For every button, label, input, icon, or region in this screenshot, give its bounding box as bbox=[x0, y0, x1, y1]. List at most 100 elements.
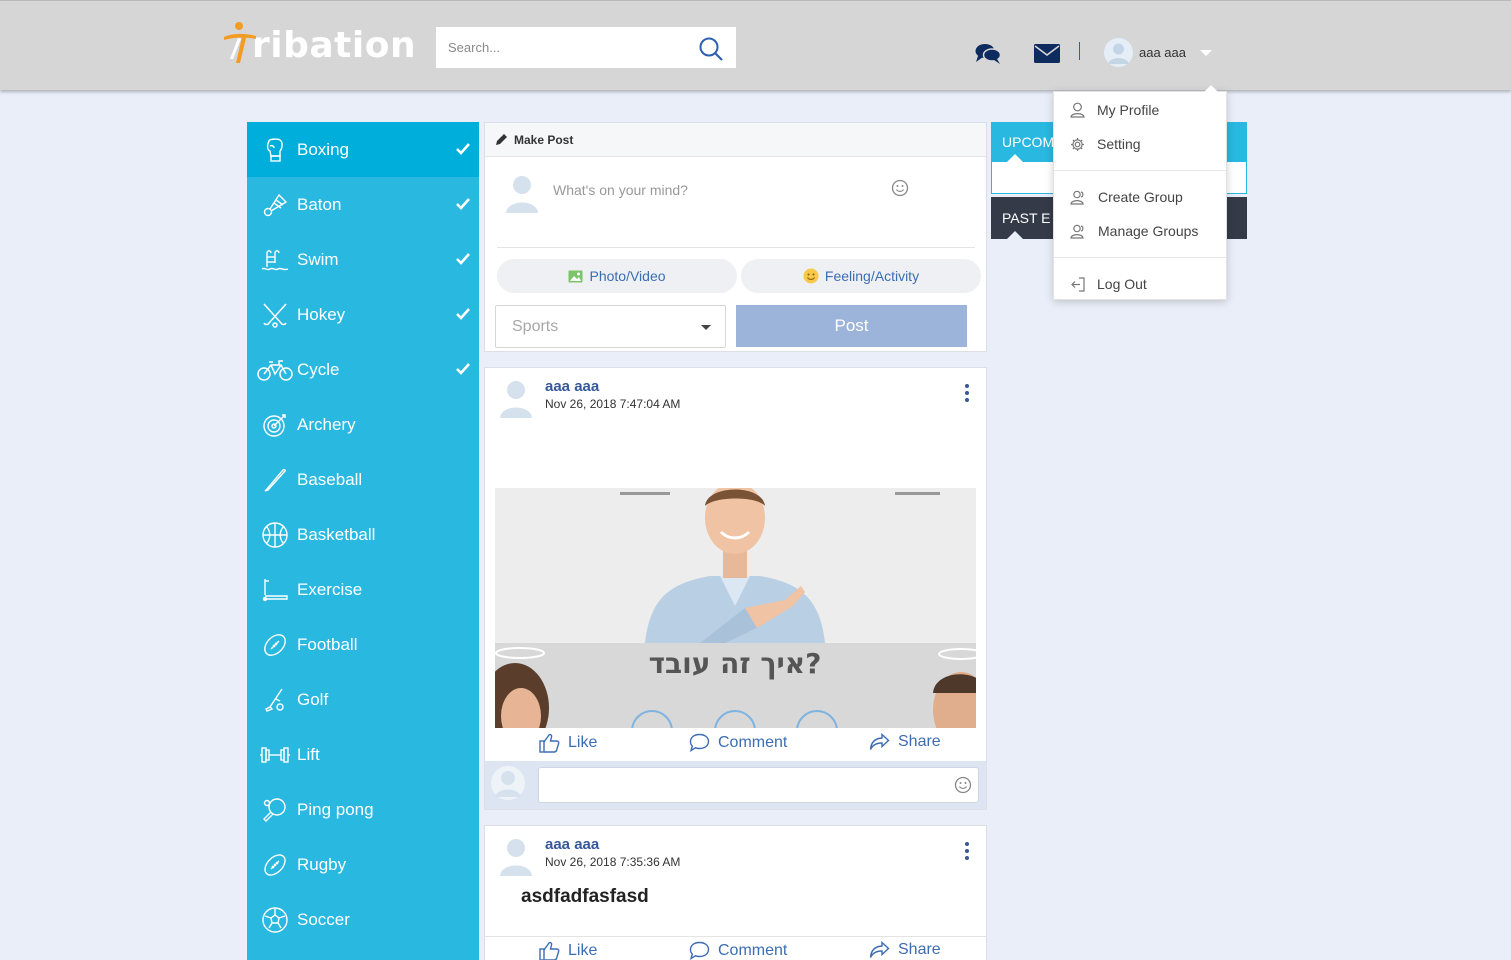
thumbs-up-icon bbox=[539, 941, 560, 960]
search-box bbox=[436, 27, 736, 68]
menu-item-setting[interactable]: Setting bbox=[1054, 129, 1226, 159]
sidebar-item-label: Basketball bbox=[297, 524, 376, 544]
search-icon[interactable] bbox=[698, 36, 724, 62]
like-button[interactable]: Like bbox=[539, 733, 597, 753]
avatar bbox=[1104, 37, 1133, 67]
emoji-icon[interactable] bbox=[954, 776, 972, 794]
header-divider bbox=[1079, 42, 1080, 60]
menu-item-create-group[interactable]: Create Group bbox=[1054, 182, 1226, 212]
make-post-title: Make Post bbox=[514, 132, 574, 147]
chat-icon[interactable] bbox=[975, 43, 1001, 65]
sidebar-item-exercise[interactable]: Exercise bbox=[247, 562, 479, 617]
mail-icon[interactable] bbox=[1034, 44, 1060, 63]
post-author[interactable]: aaa aaa bbox=[545, 378, 599, 395]
sidebar-item-lift[interactable]: Lift bbox=[247, 727, 479, 782]
menu-item-my-profile[interactable]: My Profile bbox=[1054, 95, 1226, 125]
photo-video-label: Photo/Video bbox=[589, 268, 666, 284]
treadmill-icon bbox=[262, 578, 288, 601]
bicycle-icon bbox=[257, 359, 293, 381]
feeling-activity-label: Feeling/Activity bbox=[824, 268, 920, 284]
share-icon bbox=[869, 733, 890, 750]
comment-button[interactable]: Comment bbox=[689, 733, 787, 752]
menu-divider bbox=[1054, 257, 1226, 258]
sidebar-item-golf[interactable]: Golf bbox=[247, 672, 479, 727]
post-image-caption: איך זה עובד? bbox=[649, 647, 822, 680]
sports-sidebar: Boxing Baton Swim Hokey Cycle Archery Ba… bbox=[247, 122, 479, 960]
like-button[interactable]: Like bbox=[539, 941, 597, 960]
logout-icon bbox=[1071, 276, 1085, 292]
sidebar-item-label: Hokey bbox=[297, 304, 346, 324]
sidebar-item-football[interactable]: Football bbox=[247, 617, 479, 672]
photo-video-button[interactable]: Photo/Video bbox=[497, 259, 737, 293]
comment-input[interactable] bbox=[538, 767, 979, 803]
sidebar-item-label: Golf bbox=[297, 689, 329, 709]
sports-select[interactable]: Sports bbox=[495, 305, 726, 348]
post-image-graphic: איך זה עובד? bbox=[495, 488, 976, 728]
search-input[interactable] bbox=[436, 27, 686, 68]
feeling-activity-button[interactable]: Feeling/Activity bbox=[741, 259, 981, 293]
share-button[interactable]: Share bbox=[869, 733, 941, 751]
avatar bbox=[506, 176, 538, 213]
check-icon bbox=[456, 308, 470, 320]
menu-divider bbox=[1054, 170, 1226, 171]
comment-label: Comment bbox=[718, 733, 788, 751]
comment-icon bbox=[689, 941, 710, 960]
sidebar-item-swim[interactable]: Swim bbox=[247, 232, 479, 287]
emoji-icon[interactable] bbox=[891, 179, 909, 197]
share-label: Share bbox=[898, 941, 941, 958]
sidebar-item-label: Soccer bbox=[297, 909, 350, 929]
sidebar-item-cycle[interactable]: Cycle bbox=[247, 342, 479, 397]
comment-composer bbox=[485, 761, 986, 809]
post-image[interactable]: איך זה עובד? bbox=[495, 488, 976, 728]
check-icon bbox=[456, 143, 470, 155]
sidebar-item-label: Exercise bbox=[297, 579, 363, 599]
sidebar-item-baseball[interactable]: Baseball bbox=[247, 452, 479, 507]
sidebar-item-label: Boxing bbox=[297, 139, 349, 159]
comment-button[interactable]: Comment bbox=[689, 941, 787, 960]
post-timestamp: Nov 26, 2018 7:47:04 AM bbox=[545, 397, 681, 411]
more-options-icon[interactable] bbox=[964, 842, 970, 860]
user-icon bbox=[1070, 102, 1085, 118]
menu-item-label: Manage Groups bbox=[1098, 223, 1199, 239]
sidebar-item-soccer[interactable]: Soccer bbox=[247, 892, 479, 947]
dropdown-arrow bbox=[1204, 85, 1218, 92]
post-button[interactable]: Post bbox=[736, 305, 967, 347]
upcoming-events-label: UPCOM bbox=[1002, 134, 1055, 150]
check-icon bbox=[456, 198, 470, 210]
post-author[interactable]: aaa aaa bbox=[545, 836, 599, 853]
check-icon bbox=[456, 363, 470, 375]
sidebar-item-ping-pong[interactable]: Ping pong bbox=[247, 782, 479, 837]
comment-icon bbox=[689, 733, 710, 752]
past-events-label: PAST E bbox=[1002, 210, 1051, 226]
post-composer[interactable]: What's on your mind? bbox=[497, 163, 975, 248]
menu-item-manage-groups[interactable]: Manage Groups bbox=[1054, 216, 1226, 246]
share-label: Share bbox=[898, 733, 941, 750]
sidebar-item-label: Rugby bbox=[297, 854, 347, 874]
divider bbox=[485, 936, 986, 937]
more-options-icon[interactable] bbox=[964, 384, 970, 402]
sidebar-item-basketball[interactable]: Basketball bbox=[247, 507, 479, 562]
menu-item-log-out[interactable]: Log Out bbox=[1054, 269, 1226, 299]
share-button[interactable]: Share bbox=[869, 941, 941, 959]
feed-post: aaa aaa Nov 26, 2018 7:35:36 AM asdfadfa… bbox=[484, 825, 987, 960]
avatar bbox=[500, 839, 532, 876]
post-button-label: Post bbox=[834, 316, 869, 335]
rugby-ball-icon bbox=[264, 853, 286, 876]
logo[interactable]: ribation bbox=[222, 21, 416, 67]
boxing-glove-icon bbox=[266, 137, 283, 162]
photo-icon bbox=[568, 270, 583, 282]
sidebar-item-hokey[interactable]: Hokey bbox=[247, 287, 479, 342]
user-menu-toggle[interactable]: aaa aaa bbox=[1104, 37, 1212, 67]
sidebar-item-baton[interactable]: Baton bbox=[247, 177, 479, 232]
sidebar-item-boxing[interactable]: Boxing bbox=[247, 122, 479, 177]
post-placeholder: What's on your mind? bbox=[553, 182, 688, 198]
sidebar-item-archery[interactable]: Archery bbox=[247, 397, 479, 452]
sidebar-item-label: Lift bbox=[297, 744, 320, 764]
sidebar-item-label: Ping pong bbox=[297, 799, 374, 819]
ping-pong-icon bbox=[263, 797, 286, 822]
avatar bbox=[500, 381, 532, 418]
tab-notch bbox=[1007, 154, 1023, 162]
sidebar-item-rugby[interactable]: Rugby bbox=[247, 837, 479, 892]
sidebar-item-label: Baton bbox=[297, 194, 342, 214]
dumbbell-icon bbox=[260, 746, 290, 763]
